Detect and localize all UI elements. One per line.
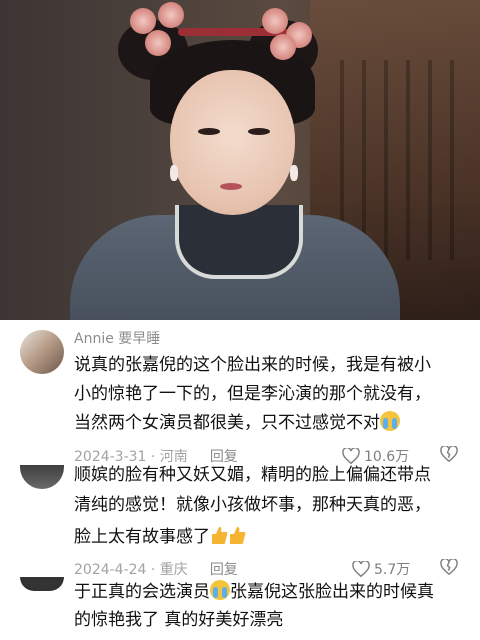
comment-text-line: 当然两个女演员都很美，只不过感觉不对	[74, 409, 400, 438]
reply-button[interactable]: 回复	[210, 562, 238, 578]
thumbs-up-emoji	[212, 527, 228, 544]
crying-emoji	[210, 580, 230, 600]
thumbs-up-emoji	[230, 527, 246, 544]
avatar[interactable]	[20, 577, 64, 591]
drama-still-photo	[0, 0, 480, 320]
comment-text-line: 于正真的会选演员 张嘉倪这张脸出来的时候真	[74, 580, 434, 602]
comment-text-line: 小的惊艳了一下的，但是李沁演的那个就没有，	[74, 384, 431, 404]
dislike-button[interactable]	[440, 559, 458, 575]
comment-text-line: 脸上太有故事感了	[74, 523, 246, 552]
comment-text-line: 的惊艳我了 真的好美好漂亮	[74, 610, 284, 630]
like-count: 5.7万	[374, 562, 411, 578]
dislike-button[interactable]	[440, 446, 458, 462]
broken-heart-icon	[440, 446, 458, 462]
avatar[interactable]	[20, 330, 64, 374]
comment-text-line: 顺嫔的脸有种又妖又媚，精明的脸上偏偏还带点	[74, 465, 431, 485]
like-button[interactable]: 5.7万	[352, 559, 410, 579]
comment-text-line: 说真的张嘉倪的这个脸出来的时候，我是有被小	[74, 355, 431, 375]
broken-heart-icon	[440, 559, 458, 575]
cry-laugh-emoji	[380, 411, 400, 431]
avatar[interactable]	[20, 465, 64, 489]
comment-meta: 2024-4-24 · 重庆 回复	[74, 562, 238, 578]
comment-username[interactable]: Annie 要早睡	[74, 328, 160, 348]
comment-text-line: 清纯的感觉！就像小孩做坏事，那种天真的恶，	[74, 495, 431, 515]
heart-icon	[352, 561, 370, 577]
